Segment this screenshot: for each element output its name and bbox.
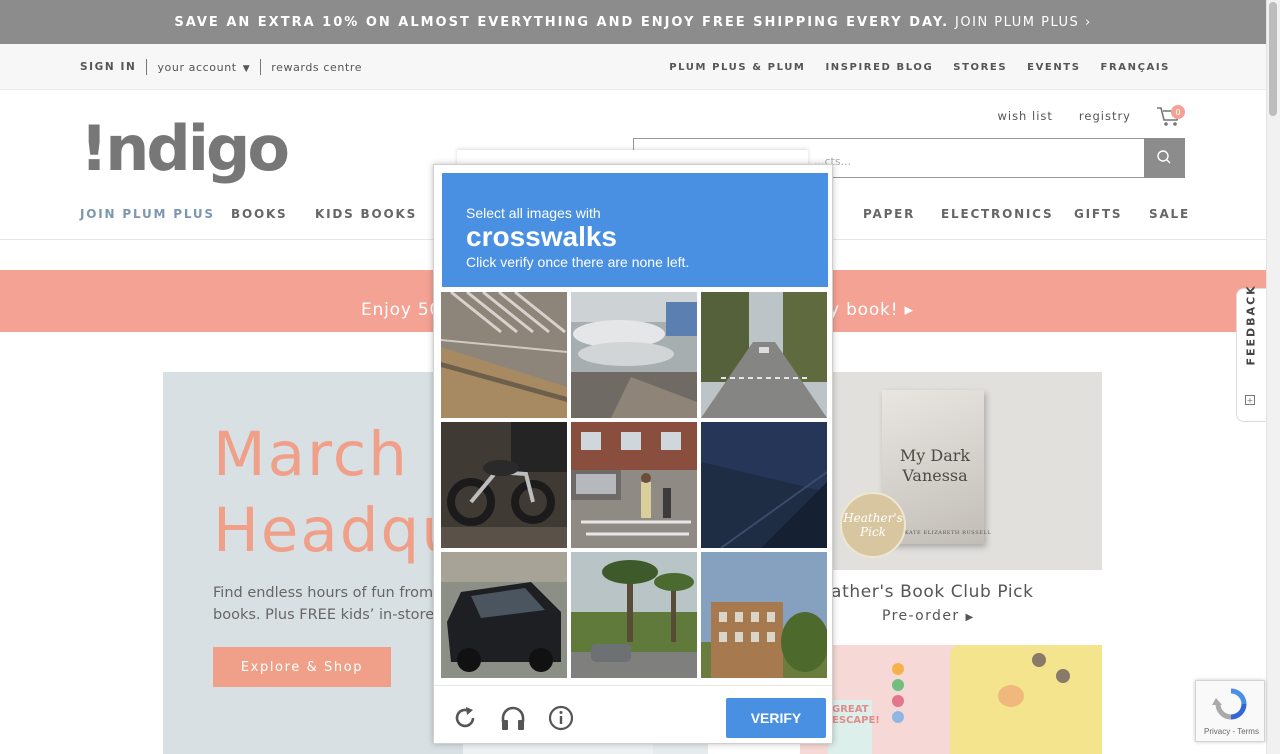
candy-stick (892, 655, 904, 754)
info-icon[interactable] (547, 704, 575, 732)
events-link[interactable]: EVENTS (1027, 62, 1080, 73)
plum-plus-link[interactable]: PLUM PLUS & PLUM (669, 62, 805, 73)
your-account-label: your account (157, 60, 237, 74)
captcha-tile-2[interactable] (571, 292, 697, 418)
nav-electronics[interactable]: ELECTRONICS (941, 207, 1053, 221)
pedestrians-image (571, 422, 697, 548)
book-cover-author: KATE ELIZABETH RUSSELL (905, 530, 992, 536)
recaptcha-terms[interactable]: Privacy - Terms (1204, 727, 1259, 736)
kids-book-cover: GREAT ESCAPE! (828, 700, 880, 754)
scrollbar-thumb[interactable] (1269, 2, 1277, 116)
captcha-tile-8[interactable] (571, 552, 697, 678)
captcha-tile-6[interactable] (701, 422, 827, 548)
headphones-icon-graphic (501, 706, 525, 730)
captcha-tile-7[interactable] (441, 552, 567, 678)
captcha-tile-9[interactable] (701, 552, 827, 678)
recaptcha-challenge: Select all images with crosswalks Click … (433, 164, 833, 744)
dark-window-image (701, 422, 827, 548)
play-arrow-icon: ▶ (965, 612, 975, 623)
nav-kids-books[interactable]: KIDS BOOKS (315, 207, 417, 221)
captcha-tile-4[interactable] (441, 422, 567, 548)
inspired-blog-link[interactable]: INSPIRED BLOG (825, 62, 933, 73)
recaptcha-badge[interactable]: Privacy - Terms (1195, 680, 1265, 742)
reload-icon-graphic (455, 707, 475, 728)
hero-text-line2: books. Plus FREE kids’ in-store (213, 607, 435, 623)
plush-eye (1056, 669, 1070, 683)
offer-text-right: y book! ▸ (829, 300, 914, 320)
nav-sale[interactable]: SALE (1149, 207, 1190, 221)
explore-shop-button[interactable]: Explore & Shop (213, 647, 391, 687)
captcha-tile-5[interactable] (571, 422, 697, 548)
captcha-tile-1[interactable] (441, 292, 567, 418)
divider (146, 59, 148, 75)
registry-link[interactable]: registry (1079, 109, 1131, 123)
join-plum-plus-link[interactable]: JOIN PLUM PLUS › (955, 15, 1092, 30)
kids-promo-card[interactable]: GREAT ESCAPE! (800, 645, 1102, 754)
account-links: wish list registry (997, 109, 1131, 123)
plush-ear (998, 685, 1024, 707)
utility-right: PLUM PLUS & PLUM INSPIRED BLOG STORES EV… (669, 44, 1170, 90)
verify-button[interactable]: VERIFY (726, 698, 826, 738)
captcha-keyword: crosswalks (466, 221, 617, 252)
recaptcha-logo-icon (1212, 688, 1247, 720)
join-plum-plus-label: JOIN PLUM PLUS (955, 14, 1080, 30)
nav-join-plum-plus[interactable]: JOIN PLUM PLUS (80, 207, 215, 221)
nav-books[interactable]: BOOKS (231, 207, 288, 221)
crosswalk-road-image (441, 292, 567, 418)
reload-icon[interactable] (451, 704, 479, 732)
book-club-title[interactable]: eather's Book Club Pick (820, 582, 1040, 602)
utility-bar: SIGN IN your account ▼ rewards centre PLU… (0, 44, 1266, 90)
chevron-right-icon: › (1084, 14, 1092, 30)
plush-toy-image (950, 645, 1102, 754)
promo-text: SAVE AN EXTRA 10% ON ALMOST EVERYTHING A… (174, 14, 950, 30)
heathers-pick-seal: Heather's Pick (840, 492, 906, 558)
nav-gifts[interactable]: GIFTS (1074, 207, 1122, 221)
captcha-line3: Click verify once there are none left. (466, 254, 690, 270)
sign-in-link[interactable]: SIGN IN (80, 61, 136, 73)
pre-order-link[interactable]: Pre-order ▶ (882, 608, 975, 624)
plush-eye (1032, 653, 1046, 667)
captcha-instructions: Select all images with crosswalks Click … (442, 173, 828, 287)
palm-trees-image (571, 552, 697, 678)
your-account-menu[interactable]: your account ▼ (157, 61, 250, 74)
captcha-footer: VERIFY (434, 685, 832, 744)
search-button[interactable] (1144, 138, 1185, 178)
feedback-icon: + (1245, 395, 1255, 405)
utility-left: SIGN IN your account ▼ rewards centre (80, 44, 362, 90)
wish-list-link[interactable]: wish list (997, 109, 1052, 123)
headphones-icon[interactable] (499, 704, 527, 732)
book-cover-title: My Dark Vanessa (899, 446, 971, 485)
nav-paper[interactable]: PAPER (863, 207, 915, 221)
feedback-label: FEEDBACK (1245, 284, 1258, 365)
motorcycle-image (441, 422, 567, 548)
hero-title-line1: March I (213, 419, 451, 490)
caret-down-icon: ▼ (242, 63, 251, 74)
rewards-centre-link[interactable]: rewards centre (271, 61, 362, 74)
hero-description: Find endless hours of fun from books. Pl… (213, 582, 434, 626)
boats-image (571, 292, 697, 418)
search-icon (1157, 150, 1171, 164)
hero-text-line1: Find endless hours of fun from (213, 585, 434, 601)
divider (260, 59, 262, 75)
captcha-tile-3[interactable] (701, 292, 827, 418)
stores-link[interactable]: STORES (953, 62, 1007, 73)
brick-building-image (701, 552, 827, 678)
pre-order-label: Pre-order (882, 608, 960, 624)
hero-title: March I Headqu (213, 417, 462, 569)
captcha-line1: Select all images with (466, 205, 601, 221)
info-icon-graphic (548, 705, 574, 731)
promo-banner: SAVE AN EXTRA 10% ON ALMOST EVERYTHING A… (0, 0, 1266, 44)
francais-link[interactable]: FRANÇAIS (1101, 62, 1170, 73)
black-suv-image (441, 552, 567, 678)
offer-text-left: Enjoy 50 (361, 300, 442, 320)
hero-title-line2: Headqu (213, 495, 462, 566)
street-trees-image (701, 292, 827, 418)
cart-count-badge: 0 (1171, 105, 1185, 119)
indigo-logo[interactable]: !ndigo (80, 118, 290, 180)
